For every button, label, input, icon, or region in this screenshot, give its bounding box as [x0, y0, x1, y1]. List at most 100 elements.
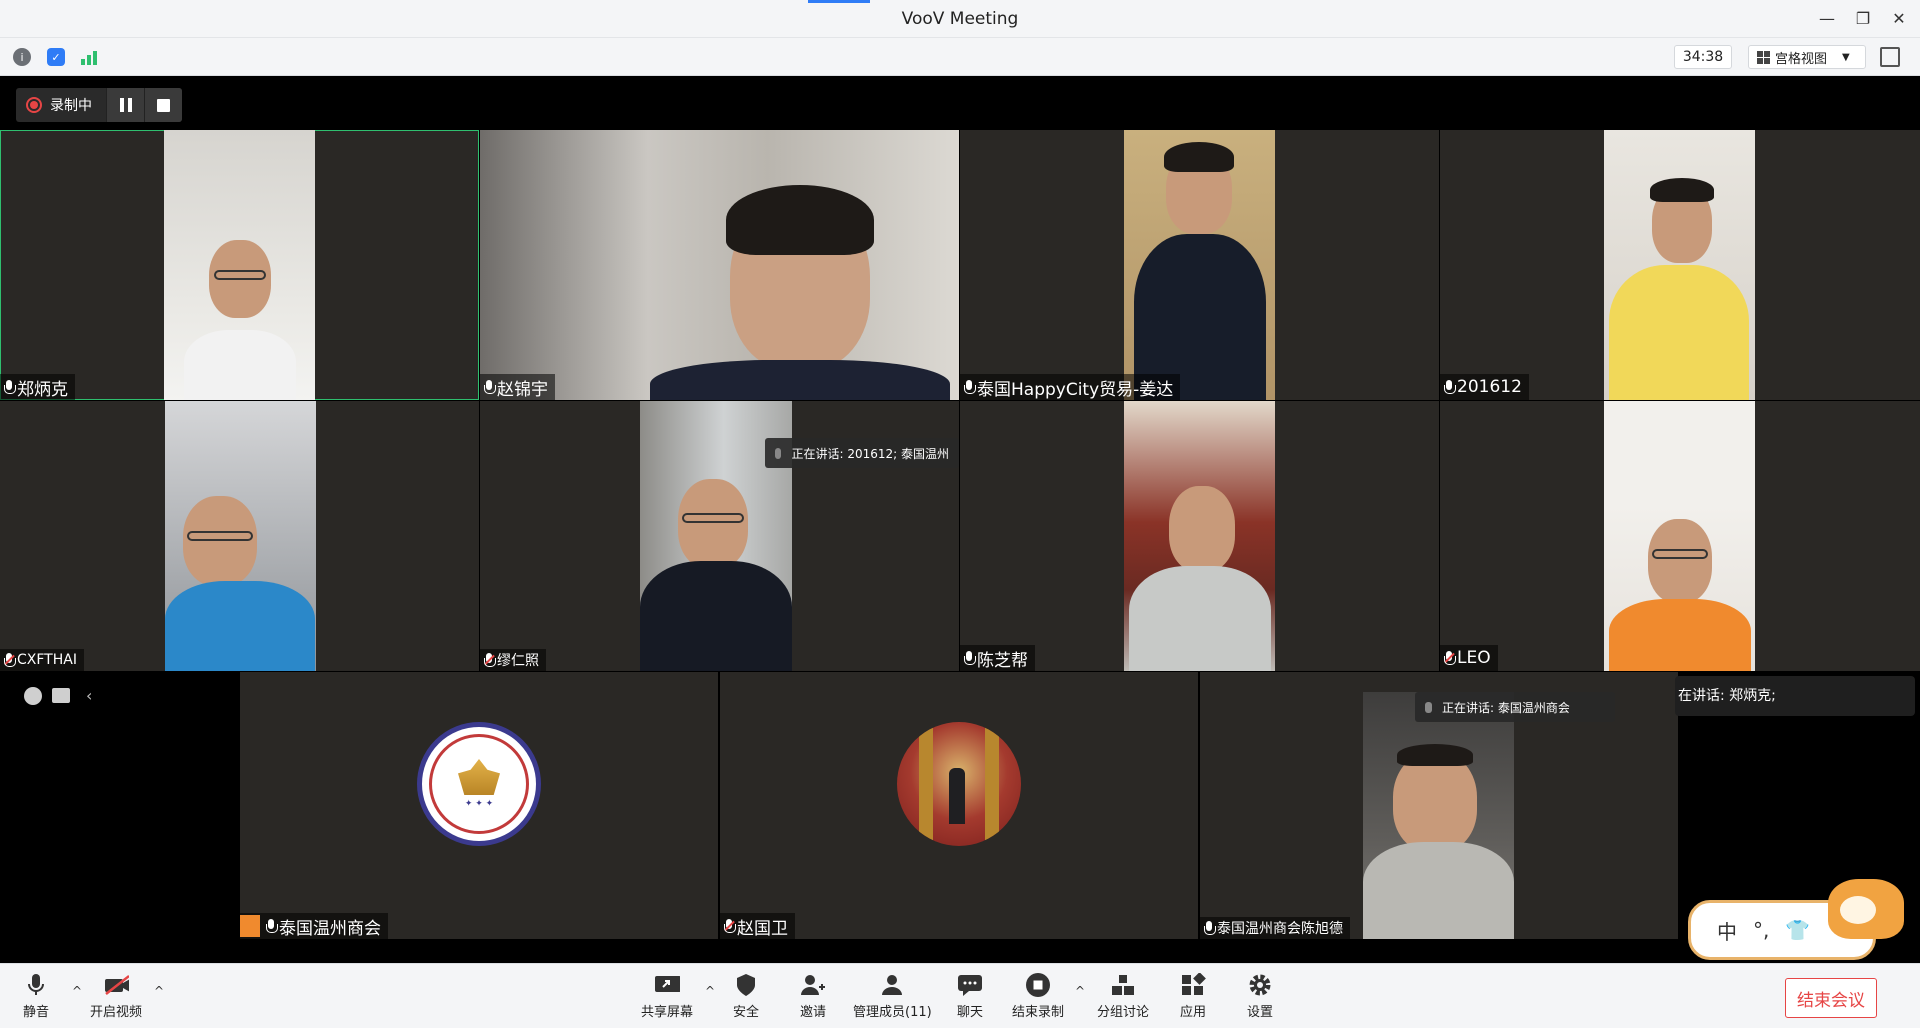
participant-tile[interactable]: 赵锦宇 — [480, 130, 959, 400]
participant-body — [1609, 265, 1749, 400]
glasses — [187, 531, 253, 541]
shirt-icon[interactable]: 👕 — [1785, 918, 1810, 942]
gear-icon — [1247, 973, 1273, 997]
share-screen-icon — [654, 973, 680, 997]
chat-icon — [957, 973, 983, 997]
mic-icon — [4, 379, 16, 395]
mic-icon — [484, 379, 496, 395]
participant-name: 泰国HappyCity贸易-姜达 — [977, 379, 1174, 400]
stop-recording-button[interactable] — [144, 88, 182, 122]
speaker-banner-text: 在讲话: 郑炳克; — [1678, 688, 1776, 704]
breakout-button[interactable]: 分组讨论 — [1097, 973, 1149, 1020]
apps-button[interactable]: 应用 — [1180, 973, 1206, 1020]
participant-name: CXFTHAI — [17, 652, 77, 668]
participant-tile[interactable]: 正在讲话: 201612; 泰国温州 缪仁照 — [480, 401, 959, 671]
start-video-button[interactable]: 开启视频 — [90, 973, 142, 1020]
participant-face — [1169, 486, 1235, 572]
apps-icon — [1180, 973, 1206, 997]
audio-options-caret[interactable]: ^ — [72, 984, 82, 998]
mic-muted-icon — [484, 652, 496, 668]
record-options-caret[interactable]: ^ — [1075, 984, 1085, 998]
participant-body — [1363, 842, 1514, 939]
video-off-icon — [103, 973, 129, 997]
settings-button[interactable]: 设置 — [1247, 973, 1273, 1020]
members-icon — [879, 973, 905, 997]
mute-label: 静音 — [23, 1005, 50, 1020]
grid-view-icon — [1757, 50, 1770, 64]
participant-name: 赵国卫 — [737, 918, 788, 939]
participant-tile[interactable]: 郑炳克 — [0, 130, 479, 400]
participant-body — [1609, 599, 1751, 671]
participant-hair — [1397, 744, 1473, 766]
chat-button[interactable]: 聊天 — [957, 973, 983, 1020]
title-accent — [808, 0, 870, 3]
participant-name: LEO — [1457, 648, 1491, 668]
emoji-icon[interactable] — [24, 686, 42, 705]
fullscreen-button[interactable] — [1880, 47, 1900, 67]
breakout-label: 分组讨论 — [1097, 1005, 1150, 1020]
participant-video — [165, 401, 316, 671]
speaking-text: 正在讲话: 201612; 泰国温州 — [791, 446, 949, 461]
participant-tile[interactable]: 正在讲话: 泰国温州商会 泰国温州商会陈旭德 — [1200, 672, 1678, 939]
share-options-caret[interactable]: ^ — [705, 984, 715, 998]
participant-tile[interactable]: CXFTHAI — [0, 401, 479, 671]
chevron-left-icon[interactable]: ‹ — [86, 686, 92, 705]
breakout-icon — [1110, 973, 1136, 997]
speaking-indicator: 正在讲话: 泰国温州商会 — [1415, 692, 1615, 722]
add-user-icon — [800, 973, 826, 997]
mic-icon — [1425, 701, 1432, 713]
start-video-label: 开启视频 — [90, 1005, 143, 1020]
participant-video — [1124, 130, 1275, 400]
info-icon[interactable]: i — [13, 48, 31, 66]
participant-hair — [1650, 178, 1714, 202]
invite-label: 邀请 — [800, 1005, 827, 1020]
ime-mode[interactable]: 中 — [1717, 916, 1737, 945]
restore-button[interactable]: ❐ — [1848, 6, 1878, 32]
participant-name: 泰国温州商会 — [279, 918, 381, 939]
participant-name-tag: 缪仁照 — [480, 649, 546, 671]
share-screen-button[interactable]: 共享屏幕 — [641, 973, 693, 1020]
participant-tile[interactable]: 陈芝帮 — [960, 401, 1439, 671]
ime-mascot — [1818, 864, 1918, 944]
participant-name: 郑炳克 — [17, 379, 68, 400]
manage-members-button[interactable]: 管理成员(11) — [853, 973, 932, 1020]
participant-face — [1648, 519, 1712, 603]
end-meeting-button[interactable]: 结束会议 — [1785, 978, 1877, 1018]
security-button[interactable]: 安全 — [733, 973, 759, 1020]
ime-punct[interactable]: °, — [1753, 918, 1769, 942]
participant-video — [1604, 130, 1755, 400]
end-recording-button[interactable]: 结束录制 — [1012, 973, 1064, 1020]
stop-icon — [157, 98, 170, 112]
invite-button[interactable]: 邀请 — [800, 973, 826, 1020]
participant-tile[interactable]: 泰国HappyCity贸易-姜达 — [960, 130, 1439, 400]
participant-body — [650, 360, 950, 400]
participant-tile[interactable]: LEO — [1440, 401, 1920, 671]
signal-icon[interactable] — [80, 48, 98, 66]
participant-body — [184, 330, 296, 400]
participant-tile[interactable]: ✦ ✦ ✦ 泰国温州商会 — [240, 672, 718, 939]
video-options-caret[interactable]: ^ — [154, 984, 164, 998]
shield-icon[interactable]: ✓ — [47, 48, 65, 66]
stop-record-icon — [1025, 973, 1051, 997]
chat-bubble-icon[interactable] — [52, 688, 70, 703]
pause-recording-button[interactable] — [106, 88, 144, 122]
participant-video — [480, 130, 959, 400]
mute-button[interactable]: 静音 — [23, 973, 49, 1020]
glasses — [682, 513, 744, 523]
recording-status: 录制中 — [16, 88, 106, 122]
minimize-button[interactable]: — — [1812, 6, 1842, 32]
participant-video — [1124, 401, 1275, 671]
participant-tile[interactable]: 201612 — [1440, 130, 1920, 400]
end-recording-label: 结束录制 — [1012, 1005, 1065, 1020]
mic-icon — [266, 918, 278, 934]
view-mode-select[interactable]: 宫格视图 ▼ — [1748, 45, 1866, 69]
mic-muted-icon — [724, 918, 736, 934]
mic-icon — [1204, 920, 1216, 936]
shield-icon — [733, 973, 759, 997]
recording-bar: 录制中 — [16, 88, 182, 122]
participant-avatar — [897, 722, 1021, 846]
participant-tile[interactable]: 赵国卫 — [720, 672, 1198, 939]
close-button[interactable]: ✕ — [1884, 6, 1914, 32]
view-mode-label: 宫格视图 — [1775, 51, 1828, 67]
participant-name: 赵锦宇 — [497, 379, 548, 400]
